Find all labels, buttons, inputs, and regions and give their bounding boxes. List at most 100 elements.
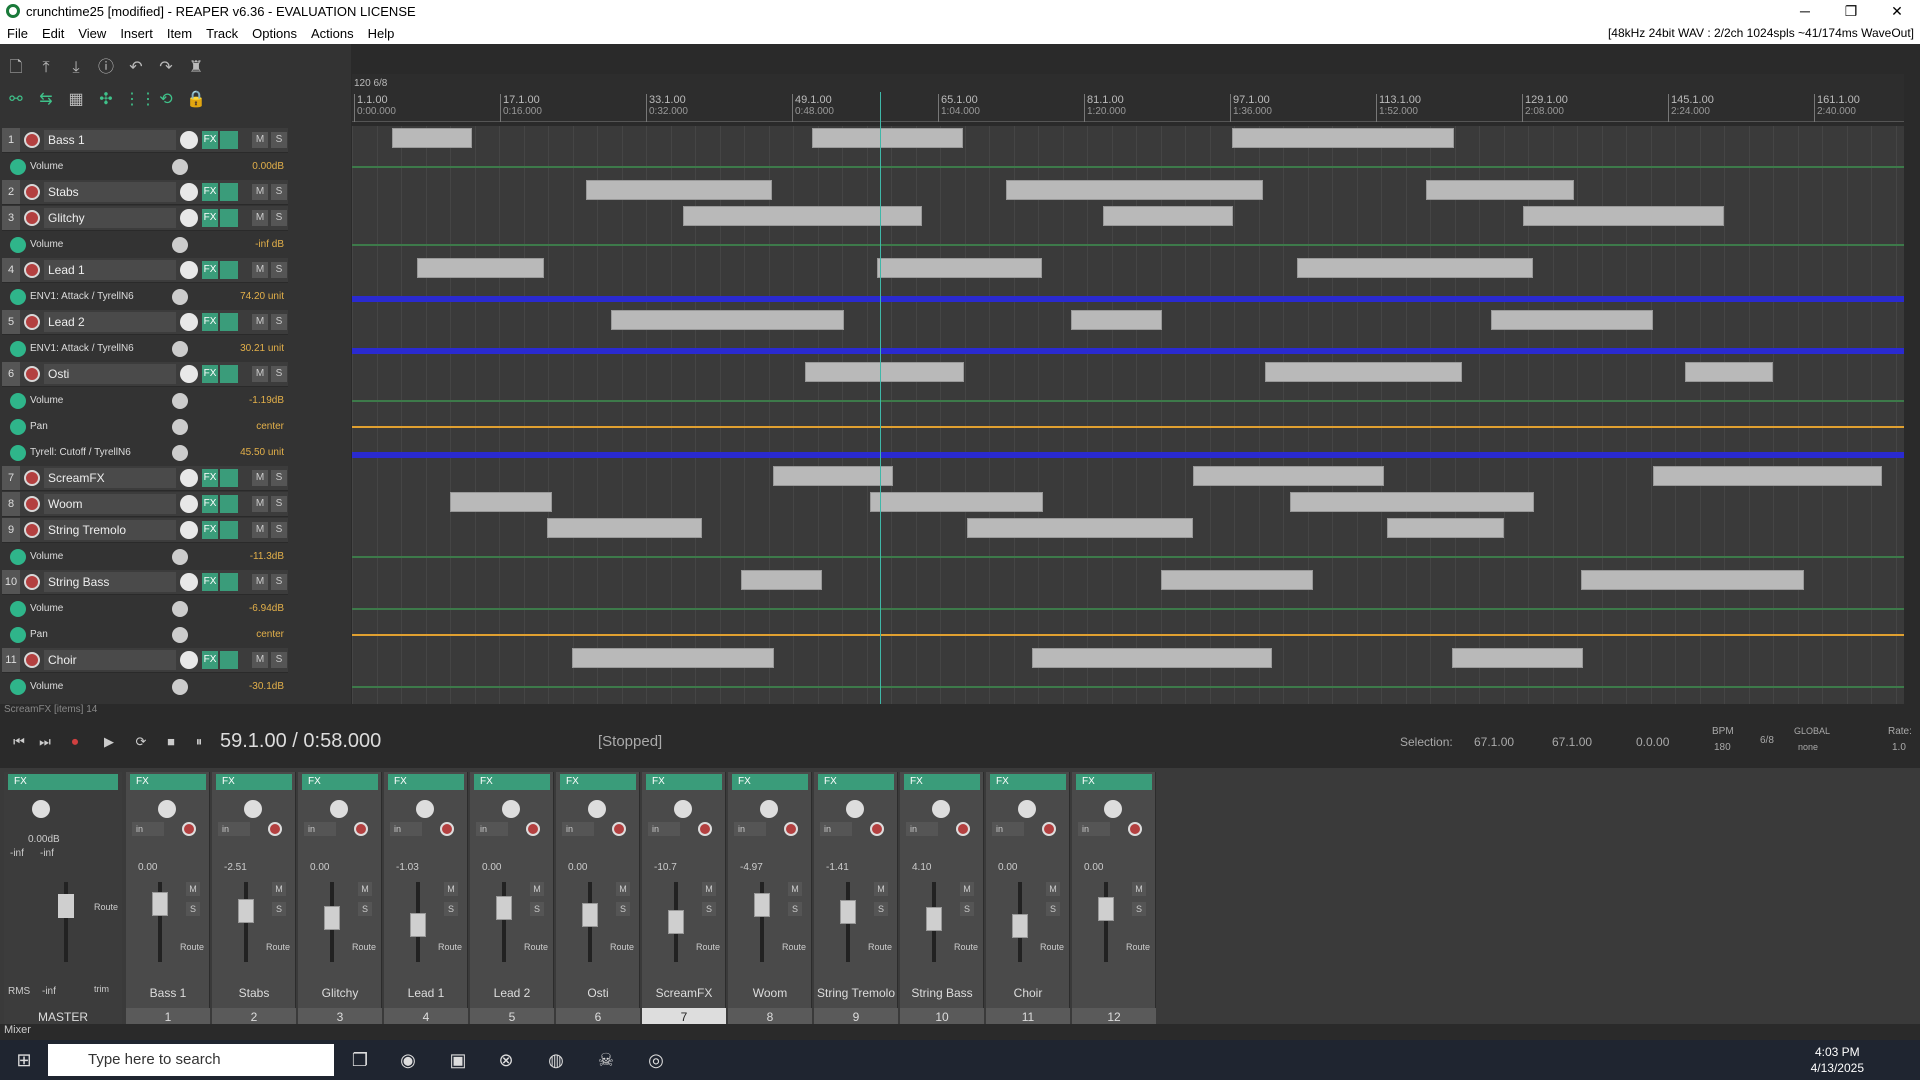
mute-button[interactable]: M	[252, 470, 268, 486]
fx-bypass-button[interactable]	[220, 261, 238, 279]
mixer-strip[interactable]: FX in 4.10 M S Route String Bass 10	[900, 772, 984, 1032]
record-arm-button[interactable]	[24, 470, 40, 486]
envelope-lane[interactable]: ENV1: Attack / TyrellN6 30.21 unit	[2, 336, 288, 361]
envelope-bypass-icon[interactable]	[10, 548, 26, 565]
envelope-bypass-icon[interactable]	[10, 236, 26, 253]
record-arm-button[interactable]	[24, 652, 40, 668]
track-name[interactable]: ScreamFX	[44, 468, 176, 488]
master-route-button[interactable]: Route	[94, 902, 118, 912]
fx-button[interactable]: FX	[202, 313, 218, 331]
fx-button[interactable]: FX	[202, 495, 218, 513]
project-settings-icon[interactable]: ⓘ	[94, 56, 118, 80]
envelope-bypass-icon[interactable]	[10, 392, 26, 409]
solo-button[interactable]: S	[271, 574, 287, 590]
mixer-strip[interactable]: FX in 0.00 M S Route 12	[1072, 772, 1156, 1032]
strip-record-arm[interactable]	[268, 822, 282, 836]
envelope-bypass-icon[interactable]	[10, 444, 26, 461]
strip-mute-button[interactable]: M	[874, 882, 888, 896]
record-arm-button[interactable]	[24, 262, 40, 278]
record-arm-button[interactable]	[24, 210, 40, 226]
track-row[interactable]: 2 Stabs FX M S	[2, 180, 288, 205]
strip-solo-button[interactable]: S	[616, 902, 630, 916]
media-item[interactable]	[1523, 206, 1724, 226]
solo-button[interactable]: S	[271, 366, 287, 382]
task-view-icon[interactable]: ❐	[348, 1048, 372, 1072]
menu-edit[interactable]: Edit	[35, 26, 71, 41]
strip-solo-button[interactable]: S	[960, 902, 974, 916]
envelope-bypass-icon[interactable]	[10, 600, 26, 617]
track-name[interactable]: Woom	[44, 494, 176, 514]
envelope-knob[interactable]	[172, 158, 188, 175]
go-end-icon[interactable]: ⏭	[34, 731, 56, 753]
selection-start[interactable]: 67.1.00	[1474, 735, 1514, 749]
fx-button[interactable]: FX	[202, 469, 218, 487]
strip-fx-button[interactable]: FX	[302, 774, 378, 790]
play-icon[interactable]: ▶	[98, 731, 120, 753]
strip-fader[interactable]	[668, 910, 684, 934]
media-item[interactable]	[417, 258, 544, 278]
strip-mute-button[interactable]: M	[702, 882, 716, 896]
envelope-lane[interactable]: Volume -6.94dB	[2, 596, 288, 621]
strip-fader[interactable]	[840, 900, 856, 924]
strip-mute-button[interactable]: M	[358, 882, 372, 896]
strip-record-arm[interactable]	[784, 822, 798, 836]
strip-pan-knob[interactable]	[330, 800, 348, 818]
envelope-lane[interactable]: Volume -11.3dB	[2, 544, 288, 569]
strip-fx-button[interactable]: FX	[560, 774, 636, 790]
strip-route-button[interactable]: Route	[782, 942, 806, 952]
rate-value[interactable]: 1.0	[1892, 742, 1906, 753]
envelope-line[interactable]	[352, 348, 1904, 354]
menu-help[interactable]: Help	[361, 26, 402, 41]
lock-icon[interactable]: 🔒	[184, 88, 208, 112]
strip-fader[interactable]	[1012, 914, 1028, 938]
fx-bypass-button[interactable]	[220, 651, 238, 669]
mixer-strip[interactable]: FX in 0.00 M S Route Glitchy 3	[298, 772, 382, 1032]
strip-mute-button[interactable]: M	[1132, 882, 1146, 896]
media-item[interactable]	[1103, 206, 1233, 226]
fx-bypass-button[interactable]	[220, 183, 238, 201]
volume-knob[interactable]	[180, 131, 198, 149]
fx-bypass-button[interactable]	[220, 365, 238, 383]
envelope-line[interactable]	[352, 296, 1904, 302]
strip-mute-button[interactable]: M	[616, 882, 630, 896]
envelope-bypass-icon[interactable]	[10, 158, 26, 175]
strip-fx-button[interactable]: FX	[388, 774, 464, 790]
strip-route-button[interactable]: Route	[610, 942, 634, 952]
record-arm-button[interactable]	[24, 522, 40, 538]
strip-solo-button[interactable]: S	[272, 902, 286, 916]
track-name[interactable]: Osti	[44, 364, 176, 384]
mixer-strip[interactable]: FX in 0.00 M S Route Choir 11	[986, 772, 1070, 1032]
strip-fader[interactable]	[410, 913, 426, 937]
fx-bypass-button[interactable]	[220, 131, 238, 149]
strip-input-button[interactable]: in	[304, 822, 336, 836]
fx-button[interactable]: FX	[202, 651, 218, 669]
strip-fx-button[interactable]: FX	[990, 774, 1066, 790]
go-start-icon[interactable]: ⏮	[8, 731, 30, 753]
strip-input-button[interactable]: in	[132, 822, 164, 836]
track-row[interactable]: 8 Woom FX M S	[2, 492, 288, 517]
envelope-knob[interactable]	[172, 626, 188, 643]
selection-end[interactable]: 67.1.00	[1552, 735, 1592, 749]
fx-bypass-button[interactable]	[220, 209, 238, 227]
fx-button[interactable]: FX	[202, 573, 218, 591]
fx-button[interactable]: FX	[202, 183, 218, 201]
strip-input-button[interactable]: in	[562, 822, 594, 836]
track-row[interactable]: 5 Lead 2 FX M S	[2, 310, 288, 335]
strip-solo-button[interactable]: S	[874, 902, 888, 916]
mixer-strip[interactable]: FX in -1.41 M S Route String Tremolo 9	[814, 772, 898, 1032]
envelope-lane[interactable]: Tyrell: Cutoff / TyrellN6 45.50 unit	[2, 440, 288, 465]
envelope-lane[interactable]: Volume 0.00dB	[2, 154, 288, 179]
fx-button[interactable]: FX	[202, 209, 218, 227]
envelope-line[interactable]	[352, 400, 1904, 402]
strip-pan-knob[interactable]	[674, 800, 692, 818]
taskbar-clock[interactable]: 4:03 PM 4/13/2025	[1811, 1044, 1864, 1076]
strip-fx-button[interactable]: FX	[1076, 774, 1152, 790]
track-name[interactable]: Lead 1	[44, 260, 176, 280]
menu-track[interactable]: Track	[199, 26, 245, 41]
mixer-strip[interactable]: FX in 0.00 M S Route Osti 6	[556, 772, 640, 1032]
strip-solo-button[interactable]: S	[702, 902, 716, 916]
strip-input-button[interactable]: in	[906, 822, 938, 836]
volume-knob[interactable]	[180, 521, 198, 539]
timeline-ruler[interactable]: 120 6/8 1.1.00 0:00.000 17.1.00 0:16.000 33.…	[352, 74, 1904, 122]
file-explorer-icon[interactable]: ▣	[446, 1048, 470, 1072]
